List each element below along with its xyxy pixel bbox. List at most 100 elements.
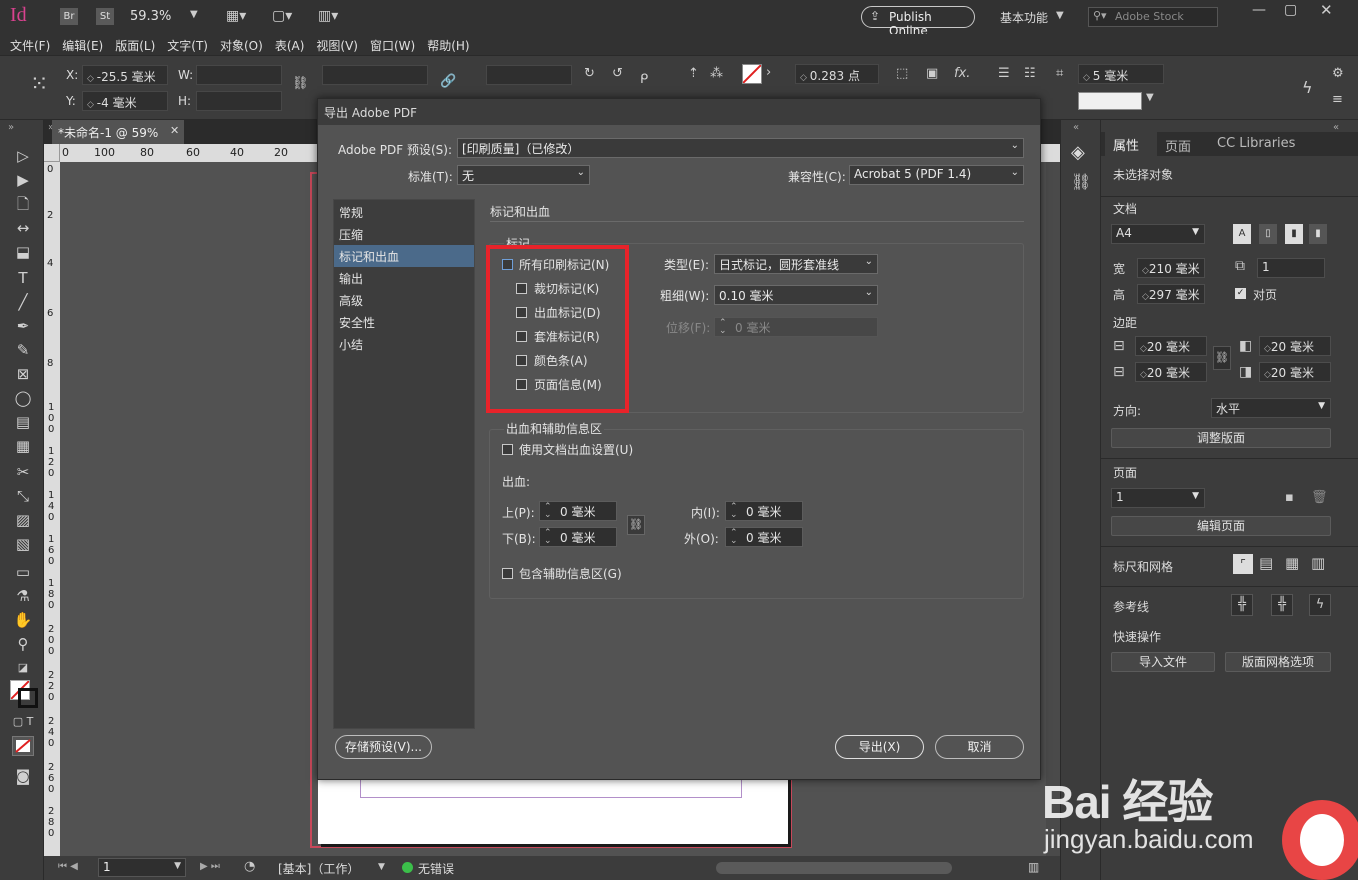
- category-compression[interactable]: 压缩: [334, 223, 474, 245]
- save-preset-button[interactable]: 存储预设(V)...: [335, 735, 432, 759]
- lightning-icon[interactable]: ϟ: [1302, 78, 1313, 97]
- reference-point-icon[interactable]: ⁙: [30, 72, 48, 97]
- close-tab-icon[interactable]: ✕: [170, 124, 179, 137]
- ruler-toggle-icon[interactable]: ⌜: [1233, 554, 1253, 574]
- preflight-open-icon[interactable]: ◔: [244, 859, 255, 874]
- next-page-icon[interactable]: ▶ ⏭: [200, 861, 220, 872]
- bleed-inside-field[interactable]: ⌃ ⌄ 0 毫米: [725, 501, 803, 521]
- stock-button[interactable]: St: [96, 8, 114, 25]
- document-tab[interactable]: *未命名-1 @ 59% ✕: [52, 120, 184, 144]
- arrange-documents-icon[interactable]: ▥▾: [318, 8, 338, 24]
- layers-icon[interactable]: ◈: [1071, 142, 1085, 163]
- rotate-ccw-icon[interactable]: ↺: [612, 66, 623, 81]
- default-colors-icon[interactable]: ◪ ⇆: [12, 658, 34, 694]
- scale-x-field[interactable]: [322, 65, 428, 85]
- tab-properties[interactable]: 属性: [1105, 132, 1157, 156]
- publish-online-button[interactable]: ⇪ Publish Online: [861, 6, 975, 38]
- link-bleed-icon[interactable]: ⛓: [627, 515, 645, 535]
- marks-type-select[interactable]: 日式标记，圆形套准线 ⌄: [714, 254, 878, 274]
- adjust-layout-button[interactable]: 调整版面: [1111, 428, 1331, 448]
- ellipse-tool-icon[interactable]: ◯: [12, 388, 34, 408]
- menu-layout[interactable]: 版面(L): [109, 34, 161, 54]
- category-summary[interactable]: 小结: [334, 333, 474, 355]
- link-margins-icon[interactable]: ⛓: [1213, 346, 1231, 370]
- type-tool-icon[interactable]: T: [12, 268, 34, 288]
- margin-bottom-field[interactable]: ◇20 毫米: [1135, 362, 1207, 382]
- facing-pages-checkbox[interactable]: ✓: [1235, 288, 1246, 299]
- delete-page-icon[interactable]: 🗑: [1311, 490, 1328, 505]
- first-page-icon[interactable]: ⏮ ◀: [58, 861, 78, 872]
- category-general[interactable]: 常规: [334, 201, 474, 223]
- smart-guides-icon[interactable]: ϟ: [1309, 594, 1331, 616]
- stroke-box[interactable]: [18, 688, 38, 708]
- menu-type[interactable]: 文字(T): [161, 34, 214, 54]
- menu-object[interactable]: 对象(O): [214, 34, 269, 54]
- portrait-icon[interactable]: A: [1233, 224, 1251, 244]
- pen-tool-icon[interactable]: ✒: [12, 316, 34, 336]
- menu-edit[interactable]: 编辑(E): [56, 34, 109, 54]
- rotate-cw-icon[interactable]: ↻: [584, 66, 595, 81]
- x-field[interactable]: ◇ -25.5 毫米: [82, 65, 168, 85]
- pencil-tool-icon[interactable]: ✎: [12, 340, 34, 360]
- line-tool-icon[interactable]: ╱: [12, 292, 34, 312]
- settings-gear-icon[interactable]: ⚙: [1332, 66, 1344, 81]
- page-width-field[interactable]: ◇210 毫米: [1137, 258, 1205, 278]
- hand-tool-icon[interactable]: ✋: [12, 610, 34, 630]
- selection-tool-icon[interactable]: ▷: [12, 146, 34, 166]
- rectangle-frame-tool-icon[interactable]: ⊠: [12, 364, 34, 384]
- stroke-weight-field[interactable]: ◇ 0.283 点: [795, 64, 879, 84]
- gap-field[interactable]: ◇ 5 毫米: [1078, 64, 1164, 84]
- landscape-icon[interactable]: ▯: [1259, 224, 1277, 244]
- note-tool-icon[interactable]: ▭: [12, 562, 34, 582]
- eyedropper-tool-icon[interactable]: ⚗: [12, 586, 34, 606]
- pages-count-field[interactable]: 1: [1257, 258, 1325, 278]
- free-transform-tool-icon[interactable]: ⤡: [12, 486, 34, 506]
- swatch-arrow-icon[interactable]: ›: [766, 65, 771, 80]
- orientation-select[interactable]: 水平 ▼: [1211, 398, 1331, 418]
- workspace-switcher[interactable]: 基本功能: [1000, 9, 1048, 26]
- menu-table[interactable]: 表(A): [269, 34, 311, 54]
- page-height-field[interactable]: ◇297 毫米: [1137, 284, 1205, 304]
- show-guides-icon[interactable]: ╬: [1231, 594, 1253, 616]
- menu-help[interactable]: 帮助(H): [421, 34, 475, 54]
- stroke-style-swatch[interactable]: [1078, 92, 1142, 110]
- y-field[interactable]: ◇ -4 毫米: [82, 91, 168, 111]
- bleed-top-field[interactable]: ⌃ ⌄ 0 毫米: [539, 501, 617, 521]
- menu-view[interactable]: 视图(V): [310, 34, 364, 54]
- select-content-icon[interactable]: ⁂: [710, 66, 723, 81]
- dialog-title-bar[interactable]: 导出 Adobe PDF: [318, 99, 1040, 125]
- menu-window[interactable]: 窗口(W): [364, 34, 421, 54]
- gradient-feather-tool-icon[interactable]: ▧: [12, 534, 34, 554]
- drop-shadow-icon[interactable]: ▣: [926, 66, 938, 81]
- apply-none-button[interactable]: [12, 736, 34, 756]
- master-chevron-icon[interactable]: ▼: [378, 862, 385, 872]
- standard-select[interactable]: 无 ⌄: [457, 165, 590, 185]
- gradient-swatch-tool-icon[interactable]: ▨: [12, 510, 34, 530]
- close-icon[interactable]: ✕: [1320, 1, 1333, 19]
- corner-options-icon[interactable]: ⬚: [896, 66, 908, 81]
- tab-pages[interactable]: 页面: [1165, 136, 1191, 155]
- auto-fit-icon[interactable]: ⌗: [1056, 66, 1063, 81]
- cancel-button[interactable]: 取消: [935, 735, 1024, 759]
- collapse-strip-icon[interactable]: «: [1073, 122, 1079, 133]
- flip-icon[interactable]: ᑭ: [640, 72, 648, 87]
- screen-mode-icon[interactable]: ▢▾: [272, 8, 292, 24]
- tab-cc-libraries[interactable]: CC Libraries: [1217, 136, 1295, 151]
- margin-top-field[interactable]: ◇20 毫米: [1135, 336, 1207, 356]
- menu-file[interactable]: 文件(F): [0, 34, 56, 54]
- ruler-origin[interactable]: [44, 144, 60, 162]
- import-file-button[interactable]: 导入文件: [1111, 652, 1215, 672]
- page-size-select[interactable]: A4 ▼: [1111, 224, 1205, 244]
- fill-swatch[interactable]: [742, 64, 762, 84]
- rotate-field[interactable]: [486, 65, 572, 85]
- use-doc-bleed-label[interactable]: 使用文档出血设置(U): [519, 441, 633, 458]
- zoom-dropdown-icon[interactable]: ▼: [190, 9, 198, 20]
- page-select[interactable]: 1 ▼: [1111, 488, 1205, 508]
- view-options-icon[interactable]: ▦▾: [226, 8, 246, 24]
- direct-selection-tool-icon[interactable]: ▶: [12, 170, 34, 190]
- layout-grid-icon[interactable]: ▥: [1311, 554, 1325, 572]
- formatting-container-icon[interactable]: ▢ T: [12, 712, 34, 732]
- table-tool-icon[interactable]: ▤: [12, 412, 34, 432]
- offset-field[interactable]: ⌃ ⌄ 0 毫米: [714, 317, 878, 337]
- links-icon[interactable]: ⛓: [1071, 172, 1091, 191]
